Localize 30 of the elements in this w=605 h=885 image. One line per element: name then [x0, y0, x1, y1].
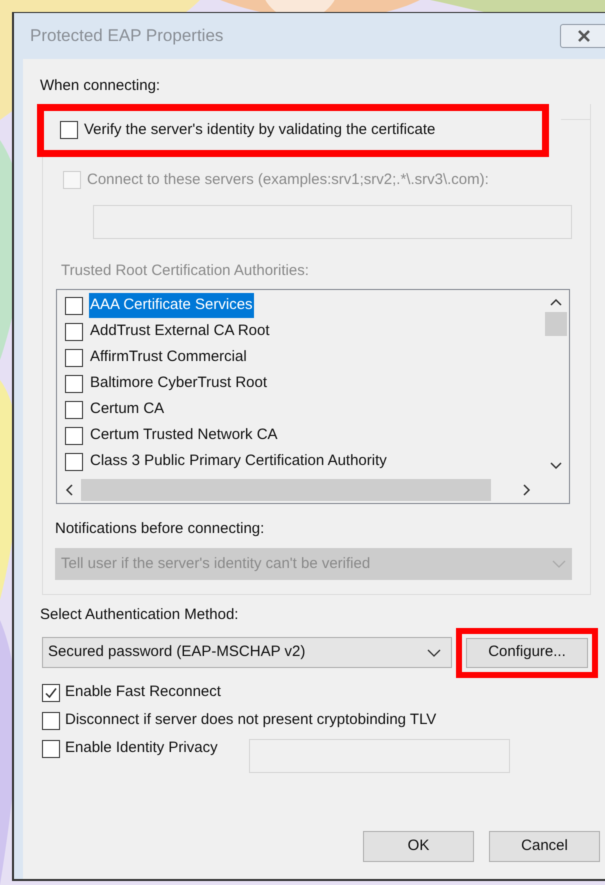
identity-input-field[interactable]	[248, 738, 510, 772]
auth-method-dropdown[interactable]: Secured password (EAP-MSCHAP v2)	[42, 637, 452, 668]
checkbox-label: Disconnect if server does not present cryptobinding TLV	[65, 710, 436, 730]
section-label: Notifications before connecting:	[55, 518, 266, 538]
scroll-down-icon	[550, 462, 562, 470]
checkbox-label: Connect to these servers (examples:srv1;srv2;.*\.srv3\.com):	[87, 170, 489, 190]
section-label: When connecting:	[40, 76, 160, 96]
checkbox[interactable]	[60, 121, 78, 139]
checkbox[interactable]	[42, 712, 60, 730]
section-label: Trusted Root Certification Authorities:	[61, 261, 310, 281]
scroll-thumb[interactable]	[81, 478, 491, 500]
checkbox-label: Enable Fast Reconnect	[65, 682, 221, 702]
dialog-button[interactable]: OK	[363, 831, 474, 862]
servers-input-field[interactable]	[93, 205, 572, 239]
scroll-right-icon	[523, 484, 531, 496]
checkbox[interactable]	[42, 684, 60, 702]
window-title: Protected EAP Properties	[30, 25, 224, 48]
close-icon	[576, 30, 590, 42]
chevron-down-icon	[427, 648, 441, 656]
checkbox[interactable]	[42, 740, 60, 758]
dialog-button[interactable]: Cancel	[489, 831, 600, 862]
section-label: Select Authentication Method:	[40, 605, 238, 625]
scroll-up-icon	[550, 298, 562, 306]
checkbox-label: Verify the server's identity by validating the certificate	[84, 120, 436, 140]
checkbox-label: Enable Identity Privacy	[65, 738, 218, 758]
scroll-thumb[interactable]	[545, 312, 567, 336]
close-button[interactable]	[560, 24, 605, 48]
scroll-left-icon	[65, 484, 73, 496]
configure-button[interactable]: Configure...	[466, 638, 588, 668]
chevron-down-icon	[552, 560, 566, 568]
